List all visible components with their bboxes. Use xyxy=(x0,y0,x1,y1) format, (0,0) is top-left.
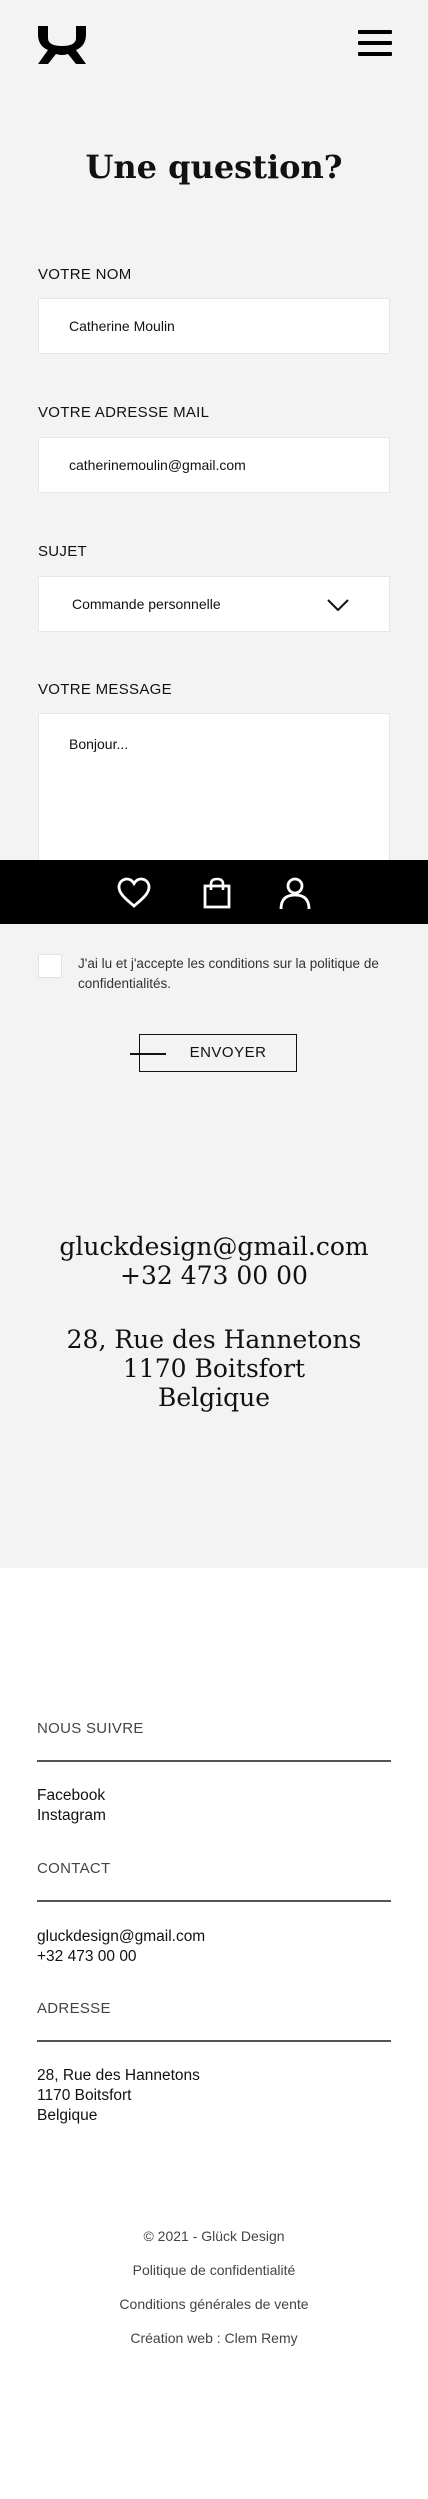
footer-phone[interactable]: +32 473 00 00 xyxy=(37,1947,137,1967)
gluck-logo[interactable] xyxy=(36,24,88,66)
divider xyxy=(37,2040,391,2042)
facebook-link[interactable]: Facebook xyxy=(37,1786,105,1806)
address-line: 1170 Boitsfort xyxy=(122,1354,306,1383)
message-field[interactable]: Bonjour... xyxy=(38,713,390,863)
footer-address-line: 1170 Boitsfort xyxy=(37,2087,132,2104)
divider xyxy=(37,1760,391,1762)
consent-text: J'ai lu et j'accepte les conditions sur … xyxy=(78,956,379,991)
send-button-line xyxy=(130,1053,166,1055)
copyright: © 2021 - Glück Design xyxy=(143,2228,285,2244)
subject-label: SUJET xyxy=(38,543,88,560)
privacy-link[interactable]: Politique de confidentialité xyxy=(0,2262,428,2278)
bottom-nav-bar xyxy=(0,860,428,924)
credit-link[interactable]: Création web : Clem Remy xyxy=(0,2330,428,2346)
divider xyxy=(37,1900,391,1902)
user-icon[interactable] xyxy=(278,876,312,910)
terms-link[interactable]: Conditions générales de vente xyxy=(0,2296,428,2312)
heart-icon[interactable] xyxy=(117,876,151,910)
menu-button[interactable] xyxy=(358,30,392,58)
subject-select[interactable]: Commande personnelle xyxy=(38,576,390,632)
footer-address-line: 28, Rue des Hannetons xyxy=(37,2067,200,2084)
hamburger-icon-line xyxy=(358,41,392,45)
footer-address-line: Belgique xyxy=(37,2107,98,2124)
name-label: VOTRE NOM xyxy=(38,266,132,283)
address-line: Belgique xyxy=(157,1383,271,1412)
footer-contact-title: CONTACT xyxy=(37,1860,111,1877)
footer-address-title: ADRESSE xyxy=(37,2000,111,2017)
chevron-down-icon xyxy=(327,599,349,611)
contact-info: gluckdesign@gmail.com +32 473 00 00 xyxy=(0,1232,428,1290)
email-label: VOTRE ADRESSE MAIL xyxy=(38,404,210,421)
hamburger-icon-line xyxy=(358,52,392,56)
footer-email[interactable]: gluckdesign@gmail.com xyxy=(37,1927,205,1947)
page-title: Une question? xyxy=(85,148,343,186)
email-field[interactable]: catherinemoulin@gmail.com xyxy=(38,437,390,493)
subject-value: Commande personnelle xyxy=(72,596,221,612)
bag-icon[interactable] xyxy=(200,876,234,910)
address-line: 28, Rue des Hannetons xyxy=(66,1325,362,1354)
instagram-link[interactable]: Instagram xyxy=(37,1806,106,1826)
footer-follow-title: NOUS SUIVRE xyxy=(37,1720,144,1737)
hamburger-icon xyxy=(358,30,392,34)
name-field[interactable]: Catherine Moulin xyxy=(38,298,390,354)
contact-email[interactable]: gluckdesign@gmail.com xyxy=(0,1232,428,1261)
message-label: VOTRE MESSAGE xyxy=(38,681,172,698)
contact-phone[interactable]: +32 473 00 00 xyxy=(0,1261,428,1290)
contact-address: 28, Rue des Hannetons 1170 Boitsfort Bel… xyxy=(0,1325,428,1412)
consent-checkbox[interactable] xyxy=(38,954,62,978)
